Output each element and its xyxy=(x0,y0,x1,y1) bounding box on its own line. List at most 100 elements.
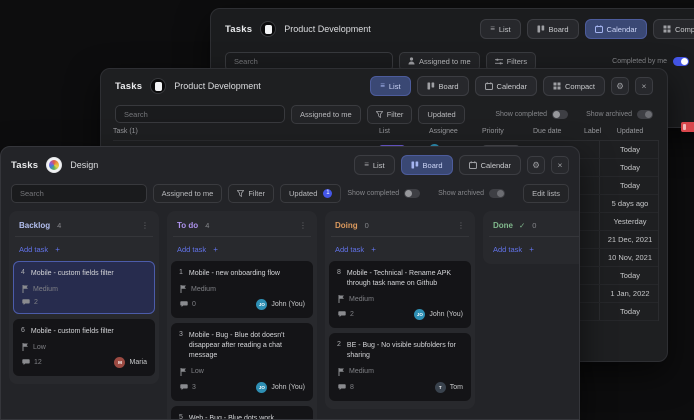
project-name: Product Development xyxy=(284,24,371,34)
updated-cell: 1 Jan, 2022 xyxy=(610,289,650,298)
view-list-button[interactable]: ≡ List xyxy=(370,76,411,96)
task-id: 2 xyxy=(337,341,341,349)
show-archived-toggle[interactable] xyxy=(637,109,653,119)
view-calendar-button[interactable]: Calendar xyxy=(474,76,537,96)
comment-icon xyxy=(338,383,346,390)
task-assignee: JO John (You) xyxy=(256,299,305,311)
task-priority: Low xyxy=(179,367,305,376)
view-compact-button[interactable]: Compact xyxy=(652,19,694,39)
divider xyxy=(15,236,153,237)
task-card[interactable]: 6 Mobile - custom fields filter Low 12 M… xyxy=(13,319,155,377)
show-completed-toggle[interactable] xyxy=(552,109,569,119)
task-card[interactable]: 5 Web - Bug - Blue dots work incorrectly… xyxy=(171,405,313,419)
task-card[interactable]: 8 Mobile - Technical - Rename APK throug… xyxy=(329,261,471,329)
filter-toolbar: Assigned to me Filter Updated Show compl… xyxy=(101,103,667,125)
column-priority[interactable]: Priority xyxy=(482,128,504,135)
compact-icon xyxy=(663,25,671,33)
assignee-name: John (You) xyxy=(271,301,305,309)
comment-count: 2 xyxy=(34,299,38,307)
app-title: Tasks xyxy=(225,23,253,35)
updated-cell: Today xyxy=(619,181,640,190)
view-calendar-button[interactable]: Calendar xyxy=(458,155,521,175)
view-switcher: ≡ List Board Calendar Compact xyxy=(480,19,694,39)
list-icon: ≡ xyxy=(380,81,385,90)
list-icon: ≡ xyxy=(490,24,495,33)
assignee-name: John (You) xyxy=(429,311,463,319)
project-logo[interactable] xyxy=(150,78,167,94)
calendar-icon xyxy=(484,82,493,90)
show-completed-label: Show completed xyxy=(347,189,400,197)
search-input[interactable] xyxy=(115,105,285,123)
view-switcher: ≡ List Board Calendar Compact ⚙ × xyxy=(370,76,653,96)
column-menu-icon[interactable]: ⋮ xyxy=(299,221,307,230)
show-completed-label: Show completed xyxy=(495,110,548,118)
completed-by-me-toggle[interactable] xyxy=(673,56,689,66)
add-task-button[interactable]: Add task + xyxy=(171,243,313,256)
task-title: Mobile - new onboarding flow xyxy=(188,270,280,277)
project-logo[interactable] xyxy=(260,21,277,37)
filter-button[interactable]: Filter xyxy=(228,183,275,203)
funnel-icon xyxy=(237,189,245,197)
window-header: Tasks Product Development ≡ List Board C… xyxy=(211,9,694,49)
column-count: 4 xyxy=(205,221,210,230)
task-card[interactable]: 4 Mobile - custom fields filter Medium 2 xyxy=(13,261,155,315)
calendar-icon xyxy=(594,25,603,33)
project-logo-glyph xyxy=(154,81,162,91)
settings-button[interactable]: ⚙ xyxy=(527,156,545,174)
column-list[interactable]: List xyxy=(379,128,390,135)
kanban-board: Backlog 4 ⋮ Add task + 4 Mobile - custom… xyxy=(1,203,579,419)
task-card[interactable]: 1 Mobile - new onboarding flow Medium 0 … xyxy=(171,261,313,319)
search-input[interactable] xyxy=(11,183,147,203)
task-card[interactable]: 2 BE - Bug - No visible subfolders for s… xyxy=(329,333,471,401)
add-task-button[interactable]: Add task + xyxy=(329,243,471,256)
task-footer: 3 JO John (You) xyxy=(179,381,305,393)
close-button[interactable]: × xyxy=(551,156,569,174)
filter-button[interactable]: Filter xyxy=(366,104,413,124)
column-task[interactable]: Task (1) xyxy=(113,128,138,135)
funnel-icon xyxy=(375,110,383,118)
plus-icon: + xyxy=(371,245,376,254)
comment-count: 2 xyxy=(350,311,354,319)
view-list-button[interactable]: ≡ List xyxy=(480,19,521,39)
column-due-date[interactable]: Due date xyxy=(533,128,561,135)
column-updated[interactable]: Updated xyxy=(599,128,661,135)
close-button[interactable]: × xyxy=(635,77,653,95)
comment-count: 3 xyxy=(192,383,196,391)
flag-icon xyxy=(180,367,186,376)
edit-lists-button[interactable]: Edit lists xyxy=(523,183,569,203)
show-archived-toggle[interactable] xyxy=(489,188,506,198)
close-icon: × xyxy=(557,159,563,170)
avatar: JO xyxy=(256,381,268,393)
add-task-button[interactable]: Add task + xyxy=(13,243,155,256)
divider xyxy=(489,236,579,237)
view-board-button[interactable]: Board xyxy=(416,76,469,96)
updated-cell: 21 Dec, 2021 xyxy=(607,235,653,244)
view-compact-button[interactable]: Compact xyxy=(542,76,605,96)
comment-icon xyxy=(180,301,188,308)
task-card[interactable]: 3 Mobile - Bug - Blue dot doesn't disapp… xyxy=(171,323,313,401)
design-project-logo[interactable] xyxy=(46,157,63,173)
updated-sort-button[interactable]: Updated xyxy=(418,104,465,124)
person-icon xyxy=(408,57,415,65)
view-board-button[interactable]: Board xyxy=(400,155,453,175)
add-task-button[interactable]: Add task + xyxy=(487,243,579,256)
column-count: 0 xyxy=(364,221,369,230)
view-calendar-button[interactable]: Calendar xyxy=(584,19,647,39)
assignee-name: Tom xyxy=(449,383,463,391)
settings-button[interactable]: ⚙ xyxy=(611,77,629,95)
view-list-button[interactable]: ≡ List xyxy=(354,155,395,175)
updated-sort-button[interactable]: Updated 1 xyxy=(280,183,342,203)
project-logo-glyph xyxy=(264,24,272,34)
column-assignee[interactable]: Assignee xyxy=(429,128,458,135)
column-menu-icon[interactable]: ⋮ xyxy=(141,221,149,230)
task-priority: Medium xyxy=(337,295,463,304)
assigned-to-me-button[interactable]: Assigned to me xyxy=(152,183,223,203)
column-menu-icon[interactable]: ⋮ xyxy=(457,221,465,230)
updated-cell: Today xyxy=(619,163,640,172)
show-completed-toggle[interactable] xyxy=(404,188,421,198)
avatar: T xyxy=(434,381,446,393)
updated-cell: 10 Nov, 2021 xyxy=(607,253,653,262)
plus-icon: + xyxy=(55,245,60,254)
assigned-to-me-button[interactable]: Assigned to me xyxy=(291,104,361,124)
view-board-button[interactable]: Board xyxy=(526,19,579,39)
